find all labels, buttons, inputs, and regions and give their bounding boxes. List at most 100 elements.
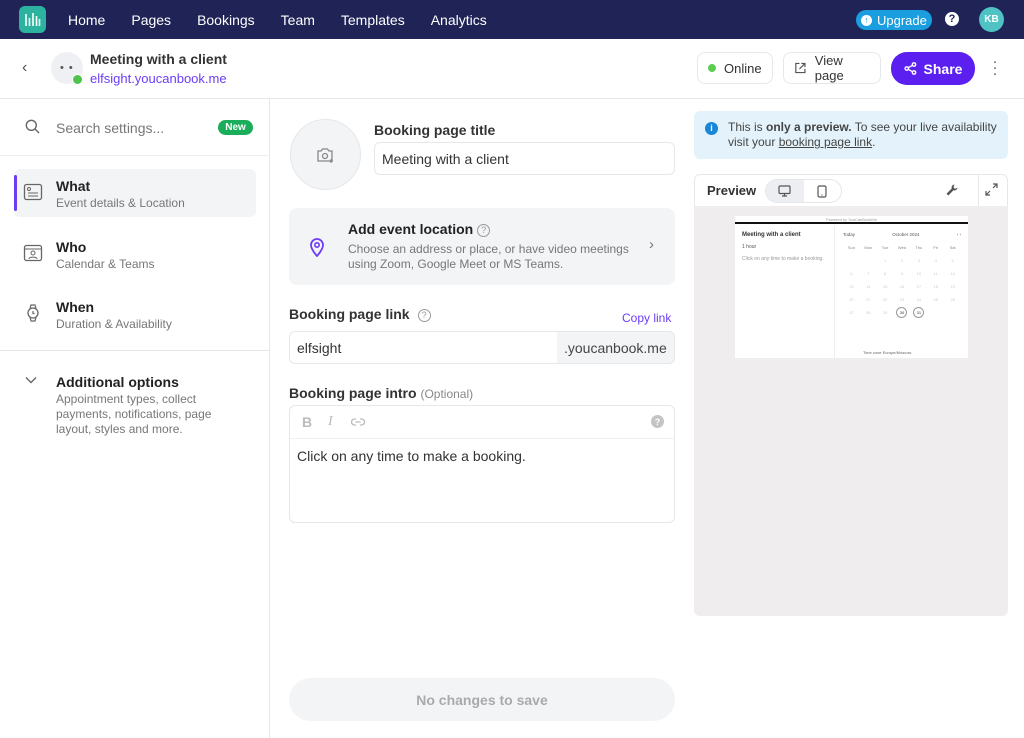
mini-day: 2 <box>900 258 904 263</box>
logo-icon <box>25 13 41 26</box>
online-status-button[interactable]: Online <box>697 52 773 84</box>
mini-day: 5 <box>951 258 954 263</box>
mini-weekday: Sun <box>847 245 855 250</box>
calendar-user-icon <box>23 244 43 262</box>
mini-intro: Click on any time to make a booking. <box>742 256 824 262</box>
mini-weekday: Wed <box>897 245 907 250</box>
page-url-link[interactable]: elfsight.youcanbook.me <box>90 71 227 86</box>
mini-empty-cell <box>860 258 877 263</box>
upgrade-button[interactable]: ↑ Upgrade <box>856 10 932 30</box>
view-page-button[interactable]: View page <box>783 52 881 84</box>
intro-textarea[interactable]: Click on any time to make a booking. <box>290 439 674 473</box>
info-text: . <box>872 135 876 149</box>
preview-canvas: Powered by YouCanBookMe Meeting with a c… <box>694 206 1008 616</box>
sidebar-item-when[interactable]: When Duration & Availability <box>14 290 256 338</box>
user-avatar[interactable]: KB <box>979 7 1004 32</box>
sidebar-item-what[interactable]: What Event details & Location <box>14 169 256 217</box>
link-icon[interactable] <box>351 417 365 427</box>
mini-day: 10 <box>916 271 922 276</box>
add-event-location-card[interactable]: Add event location? Choose an address or… <box>289 208 675 285</box>
sidebar-item-title: What <box>56 178 91 194</box>
sidebar-divider <box>0 350 269 351</box>
info-text: This is <box>728 120 767 134</box>
mini-day: 11 <box>933 271 938 276</box>
mini-day: 1 <box>884 258 887 263</box>
nav-bookings[interactable]: Bookings <box>197 12 255 28</box>
share-button[interactable]: Share <box>891 52 975 85</box>
sidebar-item-subtitle: Calendar & Teams <box>56 257 155 271</box>
nav-analytics[interactable]: Analytics <box>431 12 487 28</box>
share-icon <box>903 62 916 75</box>
wrench-icon[interactable] <box>945 183 959 197</box>
add-photo-button[interactable] <box>290 119 361 190</box>
watch-icon <box>27 304 39 322</box>
preview-panel: i This is only a preview. To see your li… <box>691 99 1024 738</box>
booking-page-link[interactable]: booking page link <box>779 135 872 149</box>
mini-day: 23 <box>899 297 905 302</box>
italic-button[interactable]: I <box>328 414 333 430</box>
help-circle-icon[interactable]: ? <box>477 223 491 237</box>
bold-button[interactable]: B <box>302 414 312 430</box>
nav-templates[interactable]: Templates <box>341 12 405 28</box>
booking-title-input[interactable]: Meeting with a client <box>374 142 675 175</box>
mobile-view-button[interactable] <box>804 180 842 202</box>
info-icon: i <box>705 122 718 135</box>
nav-pages[interactable]: Pages <box>131 12 171 28</box>
settings-sidebar: Search settings... New What Event detail… <box>0 99 270 738</box>
online-status-dot <box>72 74 83 85</box>
camera-plus-icon <box>316 147 333 163</box>
help-icon[interactable]: ? <box>945 12 959 26</box>
page-header: ‹ • • Meeting with a client elfsight.you… <box>0 39 1024 99</box>
booking-link-label-text: Booking page link <box>289 306 410 322</box>
device-toggle <box>765 179 842 203</box>
nav-home[interactable]: Home <box>68 12 105 28</box>
back-chevron-icon[interactable]: ‹ <box>22 59 27 77</box>
editor-panel: Booking page title Meeting with a client… <box>271 99 691 738</box>
online-label: Online <box>724 60 762 76</box>
mini-day: 26 <box>950 297 955 302</box>
mini-today: Today <box>843 232 856 237</box>
mini-weekday: Tue <box>881 245 889 250</box>
smiley-icon: • • <box>60 62 74 74</box>
upgrade-icon: ↑ <box>861 14 872 26</box>
editor-help-icon[interactable]: ? <box>651 415 664 428</box>
help-circle-icon[interactable]: ? <box>417 308 431 322</box>
booking-title-label: Booking page title <box>374 122 496 138</box>
mini-day[interactable]: 31 <box>913 307 925 318</box>
new-badge: New <box>218 120 253 135</box>
save-button[interactable]: No changes to save <box>289 678 675 721</box>
sidebar-item-title: When <box>56 299 95 315</box>
location-subtitle: Choose an address or place, or have vide… <box>348 242 629 271</box>
expand-icon[interactable] <box>985 183 998 196</box>
desktop-view-button[interactable] <box>766 180 804 202</box>
booking-page-thumbnail[interactable]: Powered by YouCanBookMe Meeting with a c… <box>735 216 968 358</box>
mini-duration: 1 hour <box>742 244 757 250</box>
desktop-icon <box>778 185 791 197</box>
intro-editor: B I ? Click on any time to make a bookin… <box>289 405 675 523</box>
online-dot-icon <box>708 64 716 72</box>
mini-day: 14 <box>866 284 871 289</box>
search-input[interactable]: Search settings... <box>56 120 164 136</box>
mini-day: 21 <box>866 297 871 302</box>
mini-day: 17 <box>916 284 922 289</box>
booking-link-label: Booking page link? <box>289 306 431 322</box>
mini-weekday: Mon <box>864 245 873 250</box>
mini-day: 16 <box>899 284 905 289</box>
mini-weekday: Thu <box>915 245 923 250</box>
booking-link-suffix: .youcanbook.me <box>557 331 675 364</box>
mini-day: 6 <box>850 271 853 276</box>
location-pin-icon <box>310 238 324 257</box>
optional-hint: (Optional) <box>420 387 474 401</box>
mini-title: Meeting with a client <box>742 232 801 238</box>
upgrade-label: Upgrade <box>877 12 927 28</box>
mini-day: 12 <box>950 271 955 276</box>
active-indicator <box>14 175 17 211</box>
sidebar-item-who[interactable]: Who Calendar & Teams <box>14 230 256 278</box>
mini-day[interactable]: 30 <box>896 307 908 318</box>
settings-search[interactable]: Search settings... New <box>0 99 269 156</box>
copy-link-button[interactable]: Copy link <box>622 311 671 325</box>
more-options-icon[interactable]: · · · <box>991 54 999 81</box>
nav-team[interactable]: Team <box>281 12 315 28</box>
app-logo[interactable] <box>19 6 46 33</box>
booking-link-input[interactable]: elfsight <box>289 331 558 364</box>
